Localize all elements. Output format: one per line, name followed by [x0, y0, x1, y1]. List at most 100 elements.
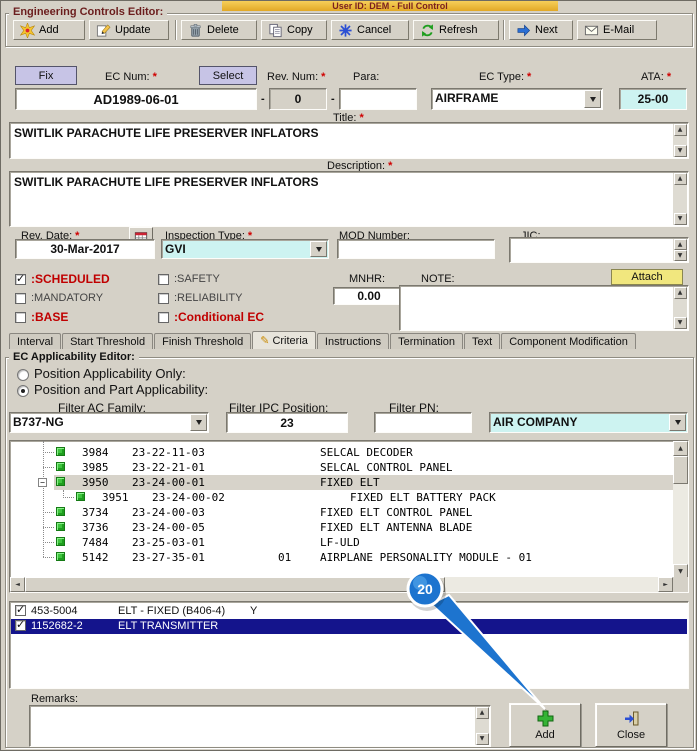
- scroll-down-icon[interactable]: [673, 250, 687, 261]
- tab-start-threshold[interactable]: Start Threshold: [62, 333, 154, 349]
- jic-scrollbar[interactable]: [673, 239, 687, 261]
- jic-field[interactable]: [509, 237, 689, 263]
- next-arrow-icon: [517, 24, 531, 36]
- tree-item-id: 3951: [102, 491, 129, 504]
- tab-termination[interactable]: Termination: [390, 333, 463, 349]
- part-row[interactable]: 453-5004 ELT - FIXED (B406-4) Y: [11, 603, 687, 619]
- add-part-button[interactable]: Add: [509, 703, 581, 747]
- attach-button[interactable]: Attach: [611, 269, 683, 285]
- safety-checkbox[interactable]: [158, 274, 169, 285]
- part-row-selected[interactable]: 1152682-2 ELT TRANSMITTER: [11, 618, 687, 634]
- position-tree[interactable]: 3984 23-22-11-03 SELCAL DECODER 3985 23-…: [9, 440, 689, 593]
- refresh-button[interactable]: Refresh: [413, 20, 499, 40]
- h-scroll-thumb[interactable]: [25, 577, 445, 592]
- collapse-toggle-icon[interactable]: [38, 478, 47, 487]
- tree-row-child[interactable]: 3951 23-24-00-02 FIXED ELT BATTERY PACK: [10, 490, 670, 505]
- remarks-label: Remarks:: [31, 693, 79, 705]
- title-scrollbar[interactable]: [673, 124, 687, 157]
- scroll-up-icon[interactable]: ▲: [673, 441, 688, 456]
- ata-label: ATA: *: [641, 71, 672, 83]
- scroll-down-icon[interactable]: [673, 213, 687, 225]
- inspection-type-dropdown[interactable]: GVI: [161, 239, 329, 259]
- select-button[interactable]: Select: [199, 66, 257, 85]
- para-field[interactable]: [339, 88, 417, 110]
- position-cube-icon: [56, 507, 65, 516]
- pn-filter-field[interactable]: [374, 412, 472, 433]
- remarks-scrollbar[interactable]: [475, 707, 489, 745]
- remarks-textarea[interactable]: [29, 705, 491, 747]
- dropdown-arrow-icon[interactable]: [584, 90, 601, 108]
- tree-row[interactable]: 3984 23-22-11-03 SELCAL DECODER: [10, 445, 670, 460]
- tree-line: [43, 557, 54, 558]
- scroll-up-icon[interactable]: [673, 124, 687, 136]
- scroll-up-icon[interactable]: [475, 707, 489, 719]
- fix-button[interactable]: Fix: [15, 66, 77, 85]
- cancel-label: Cancel: [357, 24, 392, 36]
- tree-row[interactable]: 3734 23-24-00-03 FIXED ELT CONTROL PANEL: [10, 505, 670, 520]
- mandatory-checkbox[interactable]: [15, 293, 26, 304]
- ec-num-field[interactable]: [15, 88, 257, 110]
- scroll-up-icon[interactable]: [673, 239, 687, 250]
- dropdown-arrow-icon[interactable]: [310, 241, 327, 257]
- tab-criteria[interactable]: ✎ Criteria: [252, 331, 316, 349]
- position-and-part-label: Position and Part Applicability:: [34, 382, 209, 397]
- tree-row[interactable]: 5142 23-27-35-01 01 AIRPLANE PERSONALITY…: [10, 550, 670, 565]
- scroll-down-icon[interactable]: [673, 145, 687, 157]
- scroll-right-icon[interactable]: ►: [658, 577, 673, 592]
- description-scrollbar[interactable]: [673, 173, 687, 225]
- copy-button[interactable]: Copy: [261, 20, 327, 40]
- inspection-type-value: GVI: [165, 242, 186, 256]
- tab-component-modification[interactable]: Component Modification: [501, 333, 636, 349]
- ac-family-dropdown[interactable]: B737-NG: [9, 412, 209, 433]
- title-textarea[interactable]: SWITLIK PARACHUTE LIFE PRESERVER INFLATO…: [9, 122, 689, 159]
- mnhr-field[interactable]: [333, 287, 405, 305]
- scroll-down-icon[interactable]: [475, 733, 489, 745]
- part-number: 453-5004: [31, 605, 78, 617]
- description-textarea[interactable]: SWITLIK PARACHUTE LIFE PRESERVER INFLATO…: [9, 171, 689, 227]
- scroll-left-icon[interactable]: ◄: [10, 577, 25, 592]
- note-scrollbar[interactable]: [673, 287, 687, 329]
- v-scroll-thumb[interactable]: [673, 456, 688, 484]
- scroll-down-icon[interactable]: [673, 317, 687, 329]
- scroll-up-icon[interactable]: [673, 173, 687, 185]
- conditional-ec-checkbox[interactable]: [158, 312, 169, 323]
- update-button[interactable]: Update: [89, 20, 169, 40]
- refresh-label: Refresh: [439, 24, 478, 36]
- position-and-part-radio[interactable]: [17, 385, 29, 397]
- tab-finish-threshold[interactable]: Finish Threshold: [154, 333, 252, 349]
- part-checkbox[interactable]: [15, 603, 26, 616]
- engineering-controls-editor-window: User ID: DEM - Full Control Engineering …: [0, 0, 697, 751]
- email-button[interactable]: E-Mail: [577, 20, 657, 40]
- ata-field[interactable]: [619, 88, 687, 110]
- position-only-radio[interactable]: [17, 369, 29, 381]
- mod-number-field[interactable]: [337, 239, 495, 259]
- part-checkbox[interactable]: [15, 618, 26, 631]
- operator-dropdown[interactable]: AIR COMPANY: [489, 412, 688, 433]
- reliability-checkbox[interactable]: [158, 293, 169, 304]
- tree-row[interactable]: 3985 23-22-21-01 SELCAL CONTROL PANEL: [10, 460, 670, 475]
- tab-text[interactable]: Text: [464, 333, 501, 349]
- criteria-pencil-icon: ✎: [260, 334, 270, 347]
- tree-row-selected[interactable]: 3950 23-24-00-01 FIXED ELT: [10, 475, 674, 490]
- next-button[interactable]: Next: [509, 20, 573, 40]
- add-record-button[interactable]: Add: [13, 20, 85, 40]
- delete-button[interactable]: Delete: [181, 20, 257, 40]
- tree-item-ata: 23-24-00-01: [132, 476, 205, 489]
- close-button[interactable]: Close: [595, 703, 667, 747]
- part-applicability-list[interactable]: 453-5004 ELT - FIXED (B406-4) Y 1152682-…: [9, 601, 689, 689]
- tree-row[interactable]: 3736 23-24-00-05 FIXED ELT ANTENNA BLADE: [10, 520, 670, 535]
- dropdown-arrow-icon[interactable]: [190, 414, 207, 431]
- cancel-button[interactable]: Cancel: [331, 20, 409, 40]
- tab-instructions[interactable]: Instructions: [316, 333, 390, 349]
- rev-date-field[interactable]: [15, 239, 155, 259]
- note-textarea[interactable]: [399, 285, 689, 331]
- tree-row[interactable]: 7484 23-25-03-01 LF-ULD: [10, 535, 670, 550]
- rev-num-field[interactable]: [269, 88, 327, 110]
- scheduled-checkbox[interactable]: [15, 272, 26, 285]
- dropdown-arrow-icon[interactable]: [669, 414, 686, 431]
- base-checkbox[interactable]: [15, 312, 26, 323]
- scroll-up-icon[interactable]: [673, 287, 687, 299]
- ec-type-dropdown[interactable]: AIRFRAME: [431, 88, 603, 110]
- ipc-position-field[interactable]: [226, 412, 348, 433]
- tab-interval[interactable]: Interval: [9, 333, 62, 349]
